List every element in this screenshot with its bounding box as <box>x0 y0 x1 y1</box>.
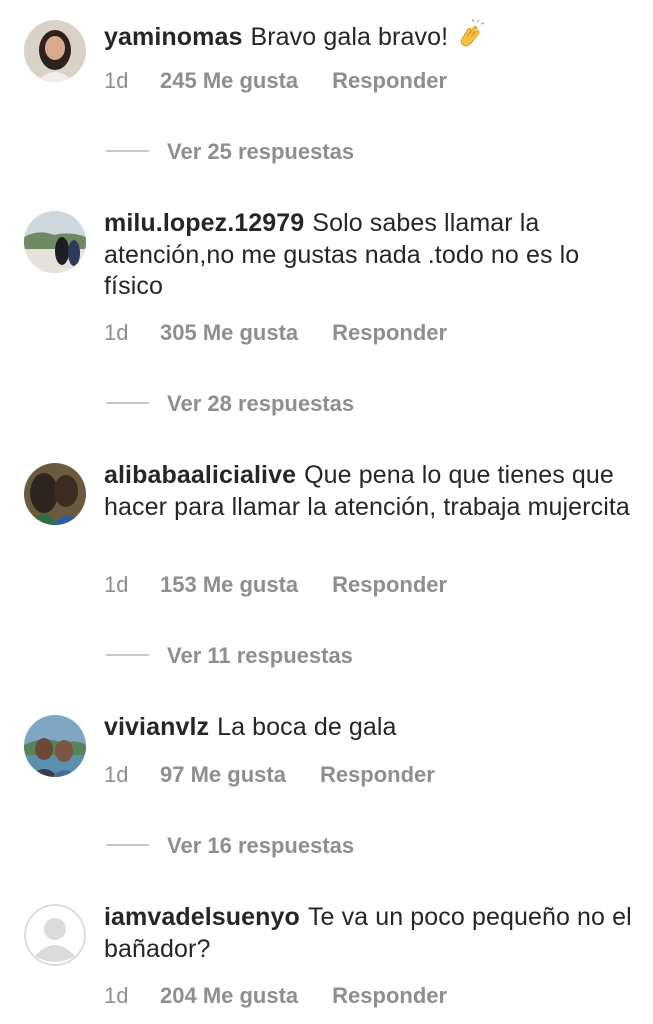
view-replies-button[interactable]: Ver 28 respuestas <box>106 389 354 419</box>
avatar-photo <box>24 715 86 777</box>
avatar-photo <box>24 463 86 525</box>
comment-meta: 1d 97 Me gusta Responder <box>104 760 435 790</box>
view-replies-button[interactable]: Ver 16 respuestas <box>106 831 354 861</box>
view-replies-label: Ver 11 respuestas <box>167 643 353 668</box>
view-replies-label: Ver 28 respuestas <box>167 391 355 416</box>
avatar[interactable] <box>24 20 86 82</box>
comment-meta: 1d 305 Me gusta Responder <box>104 318 447 348</box>
comment-time: 1d <box>104 572 129 597</box>
replies-divider <box>106 150 149 153</box>
like-count[interactable]: 97 Me gusta <box>160 760 286 790</box>
comment-username[interactable]: iamvadelsuenyo <box>104 903 300 931</box>
like-count[interactable]: 305 Me gusta <box>160 318 298 348</box>
clapping-hands-icon <box>455 19 487 51</box>
comment-time: 1d <box>104 320 129 345</box>
avatar[interactable] <box>24 715 86 777</box>
comment-time: 1d <box>104 762 129 787</box>
reply-button[interactable]: Responder <box>332 570 447 600</box>
default-avatar-icon <box>24 904 86 966</box>
replies-divider <box>106 402 149 405</box>
view-replies-button[interactable]: Ver 11 respuestas <box>106 641 353 671</box>
comment-text: Bravo gala bravo! <box>250 23 449 51</box>
comment-body: milu.lopez.12979 Solo sabes llamar la ate… <box>104 208 639 303</box>
avatar[interactable] <box>24 211 86 273</box>
comment-meta: 1d 153 Me gusta Responder <box>104 570 447 600</box>
like-count[interactable]: 204 Me gusta <box>160 981 298 1011</box>
avatar-photo <box>24 211 86 273</box>
comment-body: vivianvlz La boca de gala <box>104 712 639 744</box>
comment-username[interactable]: vivianvlz <box>104 713 209 741</box>
comment-meta: 1d 204 Me gusta Responder <box>104 981 447 1011</box>
comment-time: 1d <box>104 68 129 93</box>
avatar[interactable] <box>24 904 86 966</box>
comment-body: alibabaalicialive Que pena lo que tienes … <box>104 460 639 523</box>
view-replies-label: Ver 25 respuestas <box>167 139 355 164</box>
comment-text: La boca de gala <box>217 713 397 741</box>
comment-username[interactable]: yaminomas <box>104 23 242 51</box>
comment-body: yaminomas Bravo gala bravo! <box>104 19 639 54</box>
view-replies-button[interactable]: Ver 25 respuestas <box>106 137 354 167</box>
replies-divider <box>106 844 149 847</box>
reply-button[interactable]: Responder <box>332 66 447 96</box>
reply-button[interactable]: Responder <box>320 760 435 790</box>
comment-username[interactable]: alibabaalicialive <box>104 461 296 489</box>
avatar-photo <box>24 20 86 82</box>
avatar[interactable] <box>24 463 86 525</box>
comment-username[interactable]: milu.lopez.12979 <box>104 209 304 237</box>
like-count[interactable]: 153 Me gusta <box>160 570 298 600</box>
comment-time: 1d <box>104 983 129 1008</box>
comment-meta: 1d 245 Me gusta Responder <box>104 66 447 96</box>
reply-button[interactable]: Responder <box>332 981 447 1011</box>
like-count[interactable]: 245 Me gusta <box>160 66 298 96</box>
comment-body: iamvadelsuenyo Te va un poco pequeño no e… <box>104 902 639 965</box>
reply-button[interactable]: Responder <box>332 318 447 348</box>
replies-divider <box>106 654 149 657</box>
view-replies-label: Ver 16 respuestas <box>167 833 355 858</box>
